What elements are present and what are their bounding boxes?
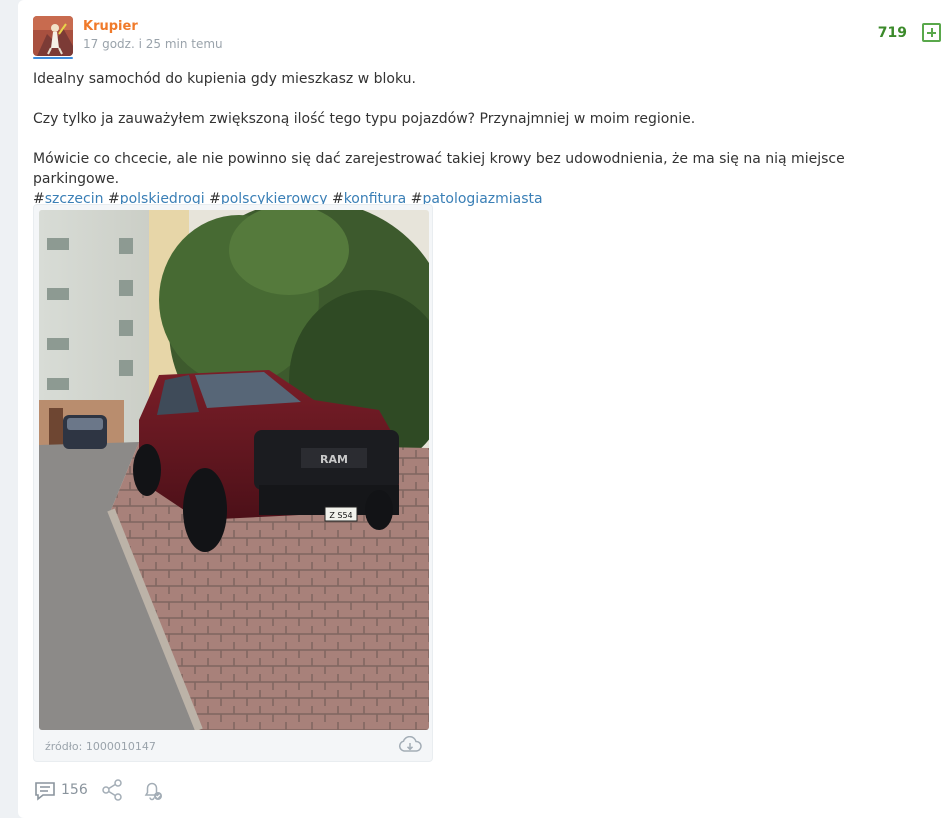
post-time[interactable]: 17 godz. i 25 min temu xyxy=(83,37,223,51)
plus-icon[interactable] xyxy=(922,23,941,42)
author-name[interactable]: Krupier xyxy=(83,19,138,34)
comment-icon[interactable] xyxy=(33,778,57,802)
media-source: źródło: 1000010147 xyxy=(45,740,156,753)
entry-footer: 156 xyxy=(33,778,164,802)
vote-count: 719 xyxy=(877,25,907,41)
post-photo[interactable]: RAM Z S54 xyxy=(39,210,429,730)
notification-bell-icon[interactable] xyxy=(140,778,164,802)
entry-card: Krupier 17 godz. i 25 min temu 719 Ideal… xyxy=(18,0,949,818)
avatar-underline xyxy=(33,57,73,59)
paragraph-3: Mówicie co chcecie, ale nie powinno się … xyxy=(33,151,845,187)
post-body: Idealny samochód do kupienia gdy mieszka… xyxy=(33,69,933,209)
tag-patologiazmiasta[interactable]: patologiazmiasta xyxy=(422,191,542,207)
paragraph-1: Idealny samochód do kupienia gdy mieszka… xyxy=(33,71,416,87)
media-embed: RAM Z S54 źródło: 1000010147 xyxy=(33,204,433,762)
download-cloud-icon[interactable] xyxy=(398,735,422,754)
paragraph-2: Czy tylko ja zauważyłem zwiększoną ilość… xyxy=(33,111,696,127)
share-icon[interactable] xyxy=(100,778,124,802)
comments-count[interactable]: 156 xyxy=(61,782,88,798)
svg-text:RAM: RAM xyxy=(320,453,348,466)
avatar[interactable] xyxy=(33,16,73,56)
license-plate: Z S54 xyxy=(329,511,352,520)
